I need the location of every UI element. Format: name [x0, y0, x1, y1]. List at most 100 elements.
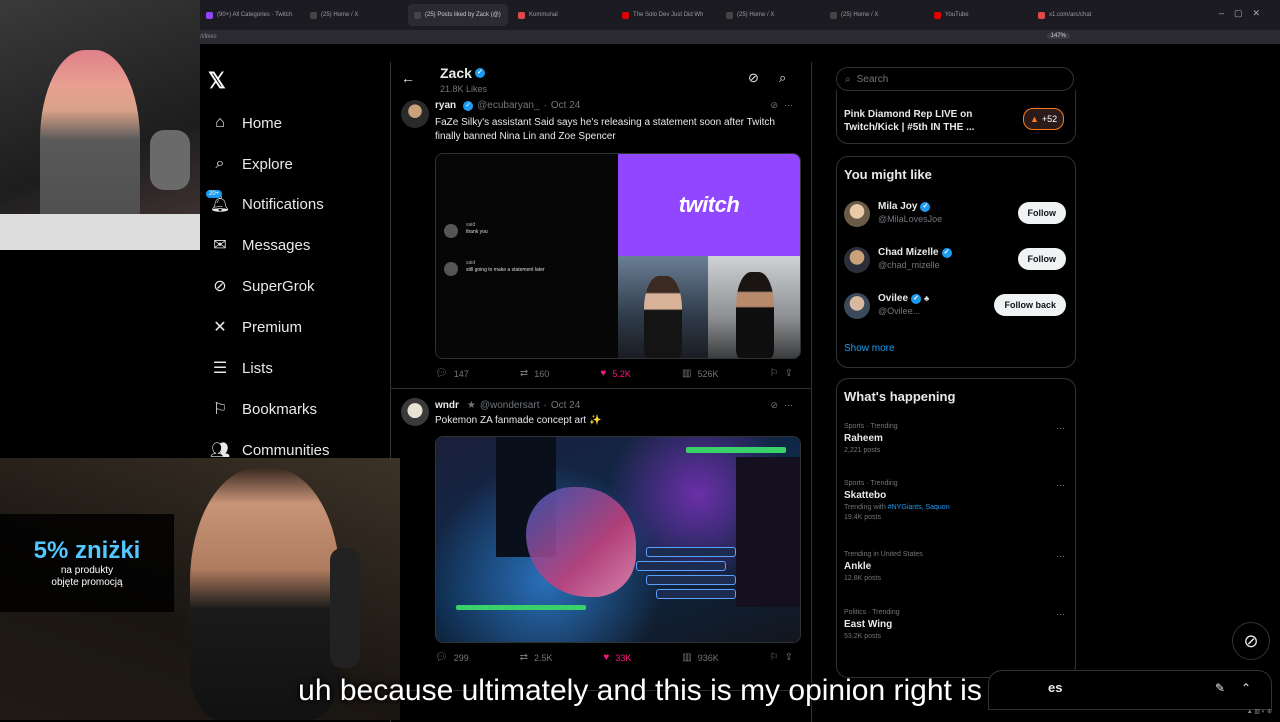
more-options-icon[interactable]: ⋯ — [1056, 423, 1066, 434]
browser-tab[interactable]: (25) Home / X — [824, 4, 924, 26]
nav-home[interactable]: ⌂ Home — [210, 108, 282, 138]
browser-tab[interactable]: YouTube — [928, 4, 1028, 26]
views-button[interactable]: ▥ 936K — [682, 652, 718, 663]
tweet[interactable]: wndr ★ @wondersart · Oct 24 ⊘⋯ Pokemon Z… — [391, 390, 811, 691]
author-handle[interactable]: @wondersart — [480, 400, 540, 411]
communities-icon: 👥︎ — [209, 442, 231, 459]
browser-tab[interactable]: x1.com/arc/chat — [1032, 4, 1132, 26]
follow-back-button[interactable]: Follow back — [994, 294, 1066, 316]
views-button[interactable]: ▥ 526K — [682, 368, 718, 379]
reply-button[interactable]: 💬︎ 147 — [435, 368, 469, 379]
more-options-icon[interactable]: ⋯ — [1056, 609, 1066, 620]
suggested-user[interactable]: Ovilee ✓ ♣ @Ovilee... Follow back — [844, 291, 1066, 321]
more-options-icon[interactable]: ⋯ — [784, 100, 799, 110]
suggested-user[interactable]: Chad Mizelle ✓ @chad_mizelle Follow — [844, 245, 1066, 275]
promo-text[interactable]: Pink Diamond Rep LIVE on Twitch/Kick | #… — [844, 108, 994, 134]
avatar[interactable] — [844, 201, 870, 227]
home-icon: ⌂ — [215, 114, 225, 131]
like-button[interactable]: ♥ 33K — [603, 652, 631, 663]
discount-promo-overlay: 5% zniżki na produkty objęte promocją — [0, 514, 174, 612]
grok-float-button[interactable]: ⊘ — [1232, 622, 1270, 660]
more-options-icon[interactable]: ⋯ — [1056, 551, 1066, 562]
tab-label: (90+) All Categories · Twitch — [217, 12, 293, 18]
search-input[interactable]: ⌕ Search — [836, 67, 1074, 91]
zoom-level[interactable]: 147% — [1046, 33, 1070, 39]
nav-lists[interactable]: ☰ Lists — [210, 353, 273, 383]
chat-text: thank you — [466, 229, 488, 235]
tab-favicon — [934, 11, 941, 19]
grok-icon[interactable]: ⊘ — [770, 400, 784, 410]
bookmark-icon[interactable]: ⚐ — [770, 368, 779, 379]
share-icon[interactable]: ⇪ — [785, 652, 793, 663]
live-promo-card[interactable]: Pink Diamond Rep LIVE on Twitch/Kick | #… — [836, 90, 1076, 144]
follow-button[interactable]: Follow — [1017, 202, 1066, 224]
trend-topic: Ankle — [844, 561, 872, 572]
tab-favicon — [1038, 11, 1045, 19]
nav-messages[interactable]: ✉ Messages — [210, 230, 310, 260]
grok-icon[interactable]: ⊘ — [770, 100, 784, 110]
tab-label: x1.com/arc/chat — [1049, 12, 1092, 18]
webcam-overlay-top — [0, 0, 200, 250]
trend-hashtags[interactable]: #NYGiants, Saquon — [888, 504, 950, 511]
more-options-icon[interactable]: ⋯ — [1056, 480, 1066, 491]
bookmark-icon[interactable]: ⚐ — [770, 652, 779, 663]
browser-tab-active[interactable]: (25) Posts liked by Zack (@) — [408, 4, 508, 26]
suggested-user-name[interactable]: Chad Mizelle ✓ — [878, 247, 952, 258]
trend-post-count: 53.2K posts — [844, 633, 881, 640]
nav-explore[interactable]: ⌕ Explore — [210, 149, 293, 179]
tweet-header: wndr ★ @wondersart · Oct 24 — [435, 400, 580, 411]
trend-item[interactable]: Politics · Trending East Wing 53.2K post… — [844, 609, 1066, 640]
repost-button[interactable]: ⇄ 2.5K — [520, 652, 553, 663]
avatar[interactable] — [401, 100, 429, 128]
trend-topic: Raheem — [844, 433, 883, 444]
avatar[interactable] — [401, 398, 429, 426]
window-controls[interactable]: –▢✕ — [1219, 8, 1270, 19]
author-name[interactable]: wndr — [435, 400, 459, 411]
back-arrow-icon[interactable]: ← — [401, 70, 415, 86]
suggested-user-name[interactable]: Mila Joy ✓ — [878, 201, 931, 212]
nav-premium[interactable]: ✕ Premium — [210, 312, 302, 342]
tweet[interactable]: ryan ✓ @ecubaryan_ · Oct 24 ⊘⋯ FaZe Silk… — [391, 96, 811, 389]
bell-icon: 🔔︎ 20+ — [206, 190, 230, 214]
browser-tab[interactable]: (25) Home / X — [304, 4, 404, 26]
avatar[interactable] — [844, 293, 870, 319]
game-concept-art-image — [436, 437, 800, 642]
browser-tab[interactable]: The Solo Dev Just Did Wh — [616, 4, 716, 26]
heart-icon: ♥ — [600, 368, 607, 379]
url-text: /i/likes — [200, 34, 217, 40]
trend-item[interactable]: Trending in United States Ankle 12.8K po… — [844, 551, 1066, 582]
tweet-media[interactable] — [435, 436, 801, 643]
search-icon: ⌕ — [215, 155, 225, 172]
grok-icon: ⊘ — [213, 278, 227, 295]
browser-tab[interactable]: Kommunal — [512, 4, 612, 26]
photo-image — [708, 256, 800, 358]
left-sidebar: 𝕏 ⌂ Home ⌕ Explore 🔔︎ 20+ Notifications ✉ Mes… — [200, 62, 385, 462]
more-options-icon[interactable]: ⋯ — [784, 400, 799, 410]
nav-notifications[interactable]: 🔔︎ 20+ Notifications — [206, 189, 324, 219]
tweet-date[interactable]: Oct 24 — [551, 100, 580, 111]
chat-screenshot-image: said thank you said still going to make a … — [436, 154, 618, 358]
x-logo-icon[interactable]: 𝕏 — [208, 68, 226, 94]
follow-button[interactable]: Follow — [1017, 248, 1066, 270]
search-icon[interactable]: ⌕ — [779, 70, 786, 86]
tweet-date[interactable]: Oct 24 — [551, 400, 580, 411]
reply-icon: 💬︎ — [435, 368, 448, 379]
browser-tab[interactable]: (90+) All Categories · Twitch — [200, 4, 300, 26]
reply-button[interactable]: 💬︎ 299 — [435, 652, 469, 663]
browser-tab[interactable]: (25) Home / X — [720, 4, 820, 26]
author-name[interactable]: ryan — [435, 100, 456, 111]
share-icon[interactable]: ⇪ — [785, 368, 793, 379]
grok-analyze-icon[interactable]: ⊘ — [748, 70, 759, 86]
author-handle[interactable]: @ecubaryan_ — [477, 100, 539, 111]
trend-item[interactable]: Sports · Trending Raheem 2,221 posts ⋯ — [844, 423, 1066, 454]
show-more-link[interactable]: Show more — [844, 343, 895, 354]
like-button[interactable]: ♥ 5.2K — [600, 368, 630, 379]
tweet-media[interactable]: said thank you said still going to make a … — [435, 153, 801, 359]
avatar[interactable] — [844, 247, 870, 273]
suggested-user[interactable]: Mila Joy ✓ @MilaLovesJoe Follow — [844, 199, 1066, 229]
repost-button[interactable]: ⇄ 160 — [520, 368, 549, 379]
nav-bookmarks[interactable]: ⚐ Bookmarks — [210, 394, 317, 424]
nav-supergrok[interactable]: ⊘ SuperGrok — [210, 271, 314, 301]
suggested-user-name[interactable]: Ovilee ✓ ♣ — [878, 293, 929, 304]
trend-item[interactable]: Sports · Trending Skattebo Trending with… — [844, 480, 1066, 521]
